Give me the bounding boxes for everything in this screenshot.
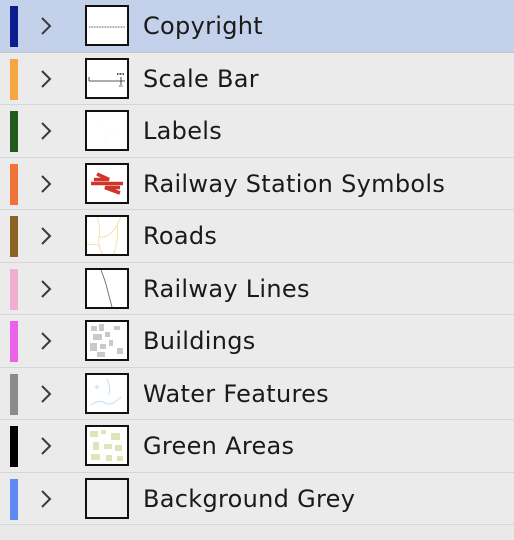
railway-station-symbol-thumbnail	[85, 162, 129, 204]
layer-color-swatch	[10, 321, 18, 362]
layer-row-water-features[interactable]: Water Features	[0, 367, 514, 420]
chevron-right-icon[interactable]	[37, 433, 55, 459]
layer-color-swatch	[10, 58, 18, 100]
layer-name: Railway Station Symbols	[143, 169, 446, 198]
copyright-thumbnail	[85, 5, 129, 46]
green-areas-thumbnail	[85, 425, 129, 466]
layer-list: Copyright Scale Bar Labels Railway Stati…	[0, 0, 514, 540]
layer-name: Background Grey	[143, 484, 356, 513]
chevron-right-icon[interactable]	[37, 328, 55, 354]
scale-bar-thumbnail	[85, 57, 129, 99]
buildings-thumbnail	[85, 320, 129, 361]
roads-thumbnail	[85, 215, 129, 256]
water-features-thumbnail	[85, 372, 129, 414]
layer-row-green-areas[interactable]: Green Areas	[0, 420, 514, 473]
layer-color-swatch	[10, 268, 18, 310]
layer-row-labels[interactable]: Labels	[0, 105, 514, 158]
layer-color-swatch	[10, 6, 18, 47]
labels-thumbnail	[85, 110, 129, 151]
layer-row-railway-station-symbols[interactable]: Railway Station Symbols	[0, 157, 514, 210]
layer-color-swatch	[10, 478, 18, 520]
layer-color-swatch	[10, 373, 18, 415]
layer-row-background-grey[interactable]: Background Grey	[0, 472, 514, 525]
background-grey-thumbnail	[85, 477, 129, 519]
layer-name: Roads	[143, 222, 218, 250]
chevron-right-icon[interactable]	[37, 118, 55, 144]
layer-row-roads[interactable]: Roads	[0, 210, 514, 263]
chevron-right-icon[interactable]	[37, 276, 55, 302]
chevron-right-icon[interactable]	[37, 223, 55, 249]
layer-row-railway-lines[interactable]: Railway Lines	[0, 262, 514, 315]
chevron-right-icon[interactable]	[37, 13, 55, 39]
chevron-right-icon[interactable]	[37, 66, 55, 92]
chevron-right-icon[interactable]	[37, 381, 55, 407]
railway-lines-thumbnail	[85, 267, 129, 309]
layer-color-swatch	[10, 426, 18, 467]
chevron-right-icon[interactable]	[37, 486, 55, 512]
layer-name: Green Areas	[143, 432, 295, 460]
layer-color-swatch	[10, 216, 18, 257]
layer-row-buildings[interactable]: Buildings	[0, 315, 514, 368]
layer-name: Labels	[143, 117, 223, 145]
layer-name: Water Features	[143, 379, 329, 408]
layer-name: Scale Bar	[143, 64, 259, 93]
layer-name: Buildings	[143, 327, 256, 355]
layer-row-scale-bar[interactable]: Scale Bar	[0, 52, 514, 105]
layer-name: Railway Lines	[143, 274, 310, 303]
chevron-right-icon[interactable]	[37, 171, 55, 197]
layer-row-copyright[interactable]: Copyright	[0, 0, 514, 53]
layer-color-swatch	[10, 111, 18, 152]
layer-color-swatch	[10, 163, 18, 205]
layer-name: Copyright	[143, 12, 263, 40]
